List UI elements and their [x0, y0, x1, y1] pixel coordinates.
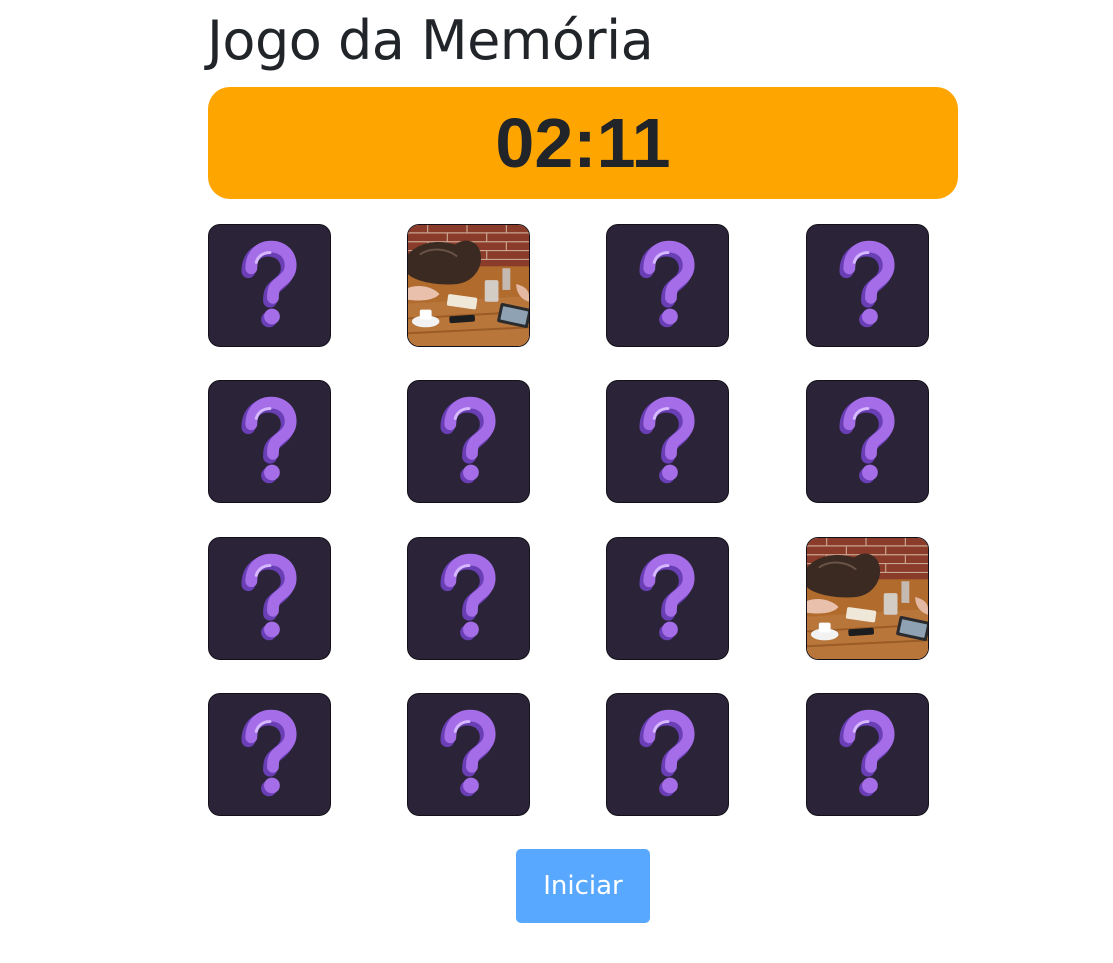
question-mark-icon: [440, 396, 496, 484]
timer-value: 02:11: [495, 104, 671, 182]
card-hidden[interactable]: [208, 693, 331, 816]
question-mark-icon: [241, 396, 297, 484]
card-hidden[interactable]: [407, 537, 530, 660]
question-mark-icon: [639, 396, 695, 484]
card-hidden[interactable]: [208, 380, 331, 503]
card-hidden[interactable]: [208, 224, 331, 347]
card-hidden[interactable]: [606, 224, 729, 347]
question-mark-icon: [440, 553, 496, 641]
card-hidden[interactable]: [208, 537, 331, 660]
card-hidden[interactable]: [806, 224, 929, 347]
card-hidden[interactable]: [806, 693, 929, 816]
start-button[interactable]: Iniciar: [516, 849, 650, 923]
card-hidden[interactable]: [606, 693, 729, 816]
question-mark-icon: [639, 709, 695, 797]
card-hidden[interactable]: [606, 380, 729, 503]
card-hidden[interactable]: [606, 537, 729, 660]
question-mark-icon: [839, 709, 895, 797]
card-revealed[interactable]: [806, 537, 929, 660]
card-board: [208, 224, 932, 818]
question-mark-icon: [241, 709, 297, 797]
memory-game-page: Jogo da Memória 02:11 Iniciar: [0, 0, 1113, 963]
question-mark-icon: [839, 396, 895, 484]
question-mark-icon: [839, 240, 895, 328]
card-hidden[interactable]: [407, 380, 530, 503]
question-mark-icon: [241, 553, 297, 641]
card-hidden[interactable]: [407, 693, 530, 816]
question-mark-icon: [440, 709, 496, 797]
timer-display: 02:11: [208, 87, 958, 199]
card-revealed[interactable]: [407, 224, 530, 347]
page-title: Jogo da Memória: [207, 9, 654, 72]
question-mark-icon: [639, 240, 695, 328]
cafe-table-photo: [807, 538, 928, 659]
question-mark-icon: [639, 553, 695, 641]
question-mark-icon: [241, 240, 297, 328]
cafe-table-photo: [408, 225, 529, 346]
card-hidden[interactable]: [806, 380, 929, 503]
